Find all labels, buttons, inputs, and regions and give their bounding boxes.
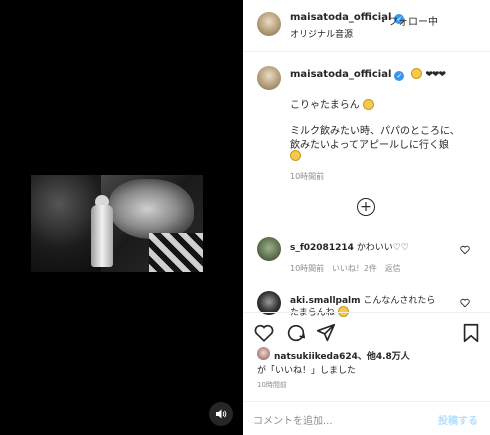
- weary-face-emoji-icon: [410, 68, 422, 79]
- plus-circle-icon: +: [360, 199, 372, 215]
- comment-time: 10時間前: [290, 264, 325, 273]
- bookmark-icon[interactable]: [460, 322, 482, 344]
- caption-line2: ミルク飲みたい時、パパのところに、: [290, 126, 460, 137]
- comment-like-heart-icon[interactable]: [460, 245, 470, 255]
- video-shirt-pattern: [149, 233, 203, 272]
- post-side-panel: maisatoda_official ✓ ・フォロー中 オリジナル音源 maisa…: [243, 0, 490, 435]
- mute-button[interactable]: [209, 402, 233, 426]
- likes-count[interactable]: 、他4.8万人: [358, 352, 410, 362]
- comment-icon[interactable]: [285, 322, 307, 344]
- caption-line4-wrap: [290, 150, 301, 162]
- heart-icon[interactable]: [253, 322, 275, 344]
- comment-1: s_f02081214 かわいい♡♡: [290, 240, 409, 253]
- comment-like-heart-icon[interactable]: [460, 298, 470, 308]
- caption-line3: 飲みたいよってアピールしに行く娘: [290, 140, 449, 151]
- audio-label[interactable]: オリジナル音源: [290, 27, 353, 40]
- verified-badge-icon: ✓: [394, 71, 405, 81]
- caption-username-wrap: maisatoda_official ✓ ❤❤❤: [290, 68, 446, 81]
- post-comment-button[interactable]: 投稿する: [438, 412, 478, 427]
- add-comment-bar: コメントを追加... 投稿する: [243, 401, 490, 435]
- header-username[interactable]: maisatoda_official: [290, 12, 391, 23]
- caption-avatar[interactable]: [257, 66, 281, 90]
- comment-text: こんなんされたら: [363, 296, 436, 306]
- load-more-comments-button[interactable]: +: [357, 198, 375, 216]
- caption-hearts: ❤❤❤: [425, 70, 446, 80]
- post-time: 10時間前: [257, 381, 287, 389]
- liker-avatar[interactable]: [257, 347, 270, 360]
- avatar[interactable]: [257, 12, 281, 36]
- likes-line2: が「いいね！」しました: [257, 366, 357, 376]
- comment-likes[interactable]: いいね！2件: [332, 264, 377, 273]
- post-header: maisatoda_official ✓ ・フォロー中 オリジナル音源: [243, 0, 490, 52]
- smile-emoji-icon: [362, 99, 374, 110]
- speaker-icon: [216, 409, 227, 419]
- smile-emoji-icon: [290, 150, 301, 161]
- likes-line1: natsukiikeda624、他4.8万人: [274, 349, 410, 362]
- video-player[interactable]: [31, 175, 203, 272]
- video-father-face: [109, 179, 194, 239]
- comment-username[interactable]: s_f02081214: [290, 243, 354, 253]
- comment-1-meta: 10時間前 いいね！2件 返信: [290, 263, 401, 274]
- caption-line1-wrap: こりゃたまらん: [290, 96, 374, 111]
- caption-time: 10時間前: [290, 172, 325, 181]
- paper-plane-icon[interactable]: [315, 322, 337, 344]
- liker-username[interactable]: natsukiikeda624: [274, 352, 358, 362]
- media-panel: [0, 0, 243, 435]
- milk-bottle: [91, 205, 113, 267]
- comment-text: かわいい♡♡: [356, 243, 409, 253]
- caption-username[interactable]: maisatoda_official: [290, 69, 391, 80]
- reply-button[interactable]: 返信: [385, 264, 401, 273]
- follow-status[interactable]: ・フォロー中: [378, 13, 438, 28]
- caption-line1: こりゃたまらん: [290, 100, 360, 111]
- comment-input[interactable]: コメントを追加...: [253, 412, 333, 427]
- comment-avatar[interactable]: [257, 237, 281, 261]
